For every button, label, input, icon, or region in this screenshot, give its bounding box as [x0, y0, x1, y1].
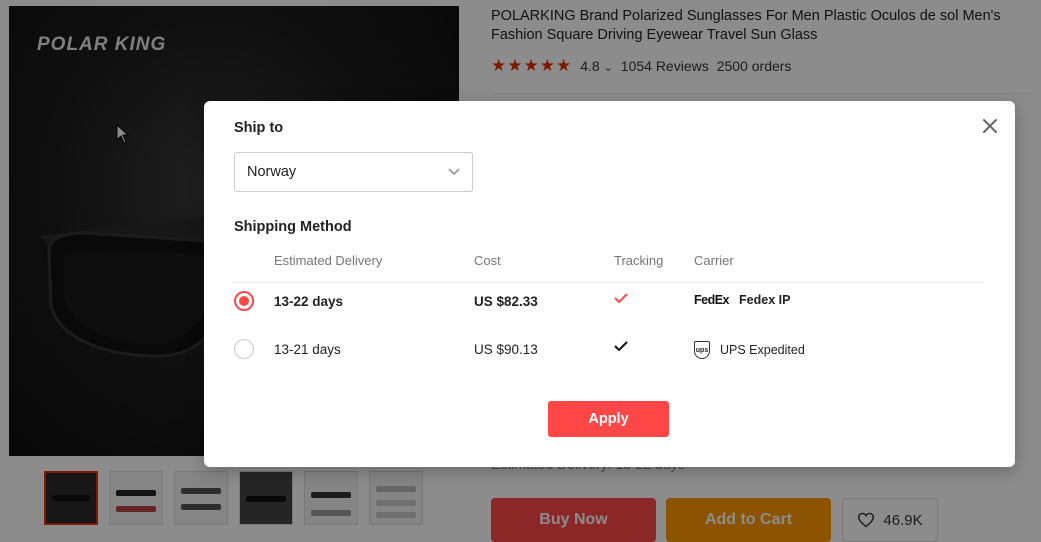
- country-select[interactable]: Norway: [234, 152, 473, 192]
- column-header-tracking: Tracking: [614, 253, 664, 268]
- tracking-check-icon: [614, 292, 628, 307]
- shipping-option-row[interactable]: 13-21 days US $90.13 ups UPS Expedited: [204, 329, 1015, 369]
- shipping-modal: Ship to Norway Shipping Method Estimated…: [204, 101, 1015, 467]
- shipping-option-radio[interactable]: [234, 339, 254, 359]
- carrier-name: UPS Expedited: [720, 343, 805, 357]
- apply-button[interactable]: Apply: [548, 401, 669, 437]
- fedex-logo-icon: FedEx: [694, 293, 730, 307]
- country-select-value: Norway: [247, 164, 297, 180]
- column-header-delivery: Estimated Delivery: [274, 253, 383, 268]
- column-header-cost: Cost: [474, 253, 501, 268]
- delivery-time: 13-21 days: [274, 342, 341, 357]
- tracking-check-icon: [614, 340, 628, 355]
- carrier: FedEx Fedex IP: [694, 293, 790, 307]
- column-header-carrier: Carrier: [694, 253, 734, 268]
- shipping-method-label: Shipping Method: [234, 219, 352, 235]
- shipping-option-radio[interactable]: [234, 291, 254, 311]
- chevron-down-icon: [448, 168, 460, 176]
- carrier: ups UPS Expedited: [694, 341, 805, 359]
- shipping-cost: US $82.33: [474, 294, 538, 309]
- shipping-cost: US $90.13: [474, 342, 538, 357]
- ship-to-label: Ship to: [234, 120, 284, 136]
- close-icon[interactable]: [981, 117, 999, 135]
- delivery-time: 13-22 days: [274, 294, 344, 309]
- carrier-name: Fedex IP: [739, 293, 791, 307]
- shipping-option-row[interactable]: 13-22 days US $82.33 FedEx Fedex IP: [204, 281, 1015, 321]
- ups-logo-icon: ups: [694, 341, 710, 359]
